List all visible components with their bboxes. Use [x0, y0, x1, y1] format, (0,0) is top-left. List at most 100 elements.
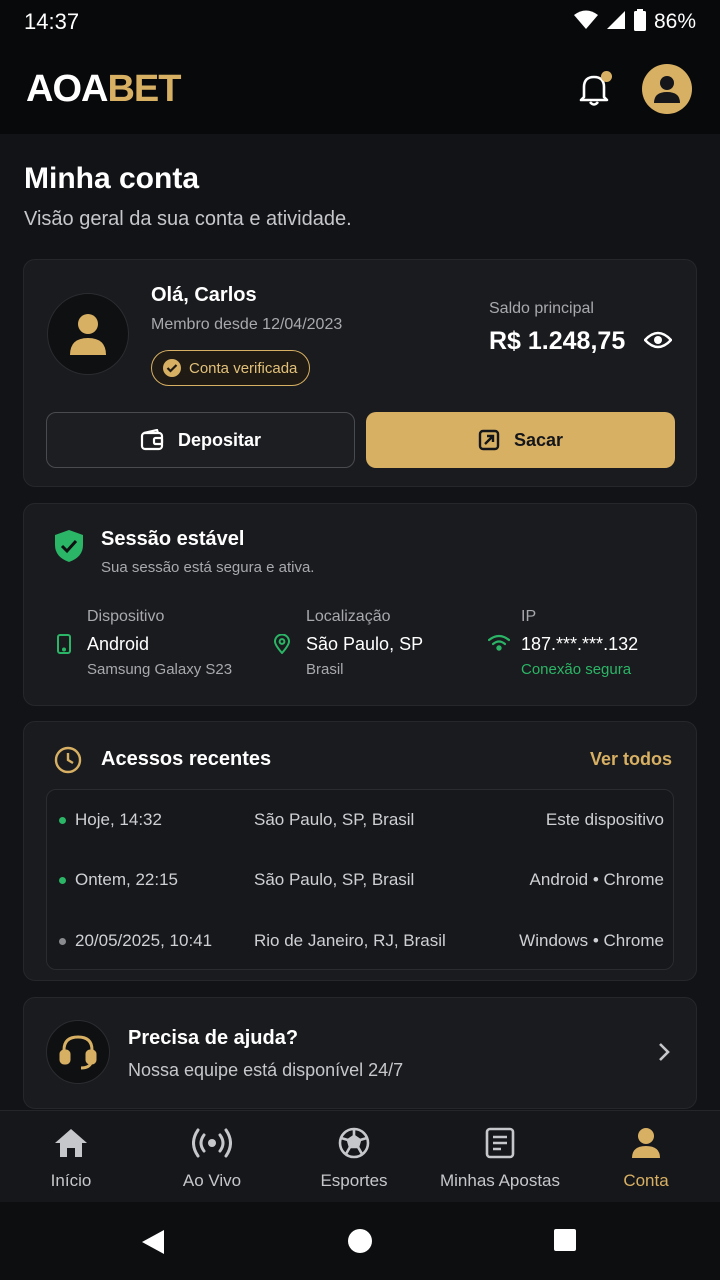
status-time: 14:37	[24, 9, 80, 34]
back-button[interactable]	[140, 1228, 166, 1261]
nav-item-sports[interactable]: Esportes	[309, 1111, 399, 1203]
recent-access-title: Acessos recentes	[101, 748, 272, 770]
user-icon	[70, 314, 106, 355]
deposit-button[interactable]: Depositar	[46, 412, 355, 468]
ticket-icon	[485, 1127, 515, 1159]
page-title: Minha conta	[24, 162, 200, 195]
session-ip: IP 187.***.***.132 Conexão segura	[521, 608, 638, 678]
status-dot	[59, 937, 66, 945]
battery-icon	[633, 8, 646, 36]
notifications-button[interactable]	[574, 69, 614, 109]
eye-icon	[643, 331, 673, 349]
nav-label: Ao Vivo	[182, 1171, 242, 1190]
device-model: Samsung Galaxy S23	[87, 661, 233, 678]
recents-button[interactable]	[553, 1228, 577, 1257]
verified-icon	[163, 359, 181, 377]
user-icon	[632, 1128, 660, 1158]
location-country: Brasil	[306, 661, 344, 678]
help-subtitle: Nossa equipe está disponível 24/7	[128, 1060, 404, 1080]
phone-icon	[57, 634, 71, 659]
device-value: Android	[87, 634, 150, 654]
access-location: São Paulo, SP, Brasil	[254, 870, 415, 889]
chevron-right-icon	[658, 1042, 670, 1067]
location-value: São Paulo, SP	[306, 634, 424, 654]
app-header: AOA BET	[0, 44, 720, 134]
access-device: Este dispositivo	[545, 810, 664, 829]
profile-avatar	[47, 293, 129, 375]
nav-label: Esportes	[320, 1171, 388, 1190]
recent-access-card: Acessos recentes Ver todos Hoje, 14:32 S…	[23, 721, 697, 981]
profile-avatar-button[interactable]	[642, 64, 692, 114]
nav-label: Início	[50, 1171, 92, 1190]
notification-badge	[601, 71, 612, 82]
page-subtitle: Visão geral da sua conta e atividade.	[24, 208, 352, 230]
home-system-button[interactable]	[347, 1228, 373, 1259]
shield-check-icon	[54, 529, 84, 568]
access-device: Windows • Chrome	[519, 931, 664, 950]
home-icon	[55, 1129, 87, 1157]
access-time: 20/05/2025, 10:41	[75, 931, 213, 950]
app-logo[interactable]: AOA BET	[26, 67, 181, 111]
system-navigation-bar	[0, 1202, 720, 1280]
view-all-link[interactable]: Ver todos	[590, 749, 672, 770]
connection-status: Conexão segura	[521, 661, 632, 678]
wifi-icon	[573, 10, 598, 35]
back-icon	[142, 1230, 164, 1254]
wifi-icon	[487, 634, 511, 657]
status-dot	[59, 876, 66, 884]
profile-greeting: Olá, Carlos	[151, 284, 257, 306]
withdraw-label: Sacar	[513, 429, 564, 450]
balance-label: Saldo principal	[489, 300, 594, 317]
toggle-balance-visibility-button[interactable]	[643, 330, 673, 355]
withdraw-button[interactable]: Sacar	[366, 412, 675, 468]
session-device: Dispositivo Android Samsung Galaxy S23	[87, 608, 232, 678]
access-time: Hoje, 14:32	[75, 810, 162, 829]
session-location: Localização São Paulo, SP Brasil	[306, 608, 423, 678]
session-subtitle: Sua sessão está segura e ativa.	[101, 559, 315, 576]
headset-icon	[46, 1020, 110, 1084]
help-title: Precisa de ajuda?	[128, 1027, 299, 1049]
withdraw-icon	[478, 429, 500, 451]
member-since: Membro desde 12/04/2023	[151, 316, 343, 333]
ip-value: 187.***.***.132	[521, 634, 639, 654]
session-status-card: Sessão estável Sua sessão está segura e …	[23, 503, 697, 706]
clock-icon	[54, 746, 82, 779]
wallet-icon	[140, 429, 164, 451]
list-item[interactable]: 20/05/2025, 10:41 Rio de Janeiro, RJ, Br…	[47, 921, 675, 961]
nav-label: Conta	[623, 1171, 669, 1190]
access-device: Android • Chrome	[529, 870, 664, 889]
verified-badge: Conta verificada	[151, 350, 311, 386]
profile-card: Olá, Carlos Membro desde 12/04/2023 Cont…	[23, 259, 697, 487]
user-icon	[654, 76, 680, 103]
nav-label: Minhas Apostas	[439, 1171, 560, 1190]
nav-item-my-bets[interactable]: Minhas Apostas	[433, 1111, 567, 1203]
verified-label: Conta verificada	[189, 359, 298, 377]
list-item[interactable]: Ontem, 22:15 São Paulo, SP, Brasil Andro…	[47, 860, 675, 900]
ip-label: IP	[521, 608, 537, 625]
help-card[interactable]: Precisa de ajuda? Nossa equipe está disp…	[23, 997, 697, 1109]
nav-item-account[interactable]: Conta	[606, 1111, 686, 1203]
soccer-ball-icon	[338, 1127, 370, 1159]
live-icon	[192, 1128, 232, 1158]
deposit-label: Depositar	[177, 429, 262, 450]
logo-text-accent: BET	[107, 67, 181, 110]
logo-text-primary: AOA	[26, 67, 108, 110]
battery-level: 86%	[653, 10, 696, 33]
device-label: Dispositivo	[87, 608, 165, 625]
location-label: Localização	[306, 608, 391, 625]
status-bar: 14:37 86%	[0, 0, 720, 44]
nav-item-live[interactable]: Ao Vivo	[170, 1111, 254, 1203]
list-item[interactable]: Hoje, 14:32 São Paulo, SP, Brasil Este d…	[47, 800, 675, 840]
location-pin-icon	[273, 633, 291, 659]
bottom-navigation: Início Ao Vivo Esportes Minhas Apostas C…	[0, 1110, 720, 1202]
circle-home-icon	[348, 1229, 372, 1253]
signal-icon	[606, 10, 626, 35]
square-recents-icon	[554, 1229, 576, 1251]
session-title: Sessão estável	[101, 528, 245, 550]
access-list: Hoje, 14:32 São Paulo, SP, Brasil Este d…	[46, 789, 674, 970]
nav-item-home[interactable]: Início	[30, 1111, 112, 1203]
access-time: Ontem, 22:15	[75, 870, 179, 889]
status-dot	[59, 816, 66, 824]
access-location: Rio de Janeiro, RJ, Brasil	[254, 931, 446, 950]
balance-value: R$ 1.248,75	[489, 327, 626, 355]
